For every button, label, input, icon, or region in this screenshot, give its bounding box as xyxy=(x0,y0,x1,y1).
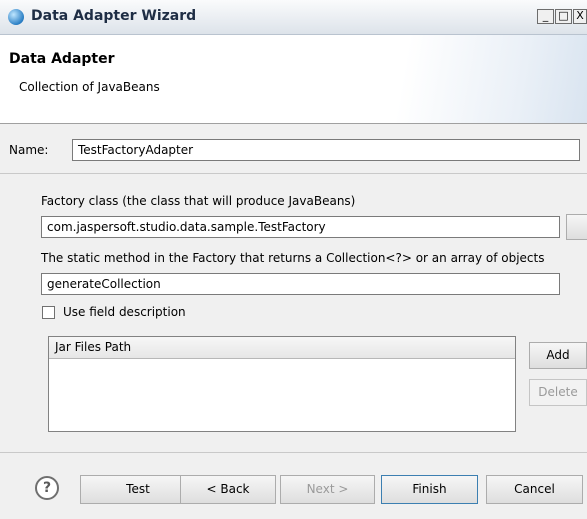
static-method-input[interactable]: generateCollection xyxy=(41,273,560,295)
factory-class-input[interactable]: com.jaspersoft.studio.data.sample.TestFa… xyxy=(41,216,560,238)
app-icon xyxy=(8,9,24,25)
next-button[interactable]: Next > xyxy=(280,475,375,504)
browse-button[interactable] xyxy=(566,214,587,240)
jar-files-path-header: Jar Files Path xyxy=(49,337,515,359)
close-button[interactable]: X xyxy=(573,9,587,24)
minimize-button[interactable]: _ xyxy=(537,9,554,24)
factory-class-label: Factory class (the class that will produ… xyxy=(41,194,356,208)
cancel-button[interactable]: Cancel xyxy=(486,475,583,504)
name-input[interactable]: TestFactoryAdapter xyxy=(72,139,580,161)
title-bar: Data Adapter Wizard _ □ X xyxy=(0,0,587,35)
test-button[interactable]: Test xyxy=(80,475,196,504)
jar-files-table[interactable]: Jar Files Path xyxy=(48,336,516,432)
use-field-description-label: Use field description xyxy=(63,305,186,319)
maximize-button[interactable]: □ xyxy=(555,9,572,24)
window-title: Data Adapter Wizard xyxy=(31,8,197,24)
divider xyxy=(0,173,587,174)
back-button[interactable]: < Back xyxy=(180,475,276,504)
name-label: Name: xyxy=(9,143,49,157)
use-field-description-checkbox[interactable] xyxy=(42,306,55,319)
divider xyxy=(0,452,587,453)
page-title: Data Adapter xyxy=(9,51,115,67)
page-subtitle: Collection of JavaBeans xyxy=(19,80,160,94)
help-icon[interactable]: ? xyxy=(35,476,59,500)
static-method-label: The static method in the Factory that re… xyxy=(41,251,545,265)
finish-button[interactable]: Finish xyxy=(381,475,478,504)
add-button[interactable]: Add xyxy=(529,342,587,369)
wizard-header: Data Adapter Collection of JavaBeans xyxy=(0,35,587,124)
delete-button[interactable]: Delete xyxy=(529,379,587,406)
